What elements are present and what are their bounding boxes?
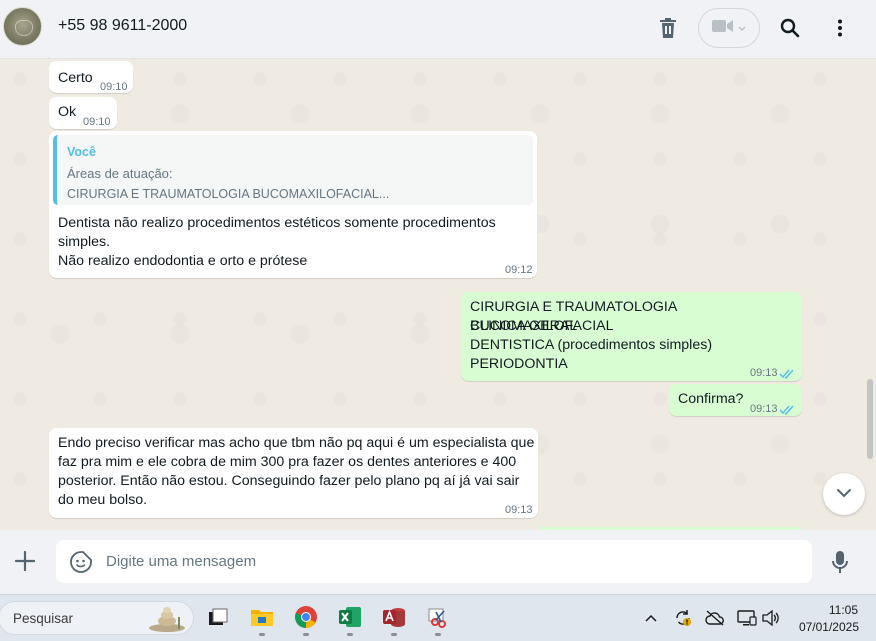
quote-text: Áreas de atuação:	[67, 166, 173, 181]
speaker-icon[interactable]	[760, 607, 782, 629]
message-input-box[interactable]	[56, 540, 812, 583]
menu-icon[interactable]	[826, 14, 854, 42]
message-time: 09:13	[750, 367, 778, 379]
clock-date[interactable]: 07/01/2025	[796, 620, 859, 634]
message-text: Confirma?	[678, 391, 744, 407]
clock-time[interactable]: 11:05	[828, 603, 858, 617]
display-icon[interactable]	[736, 607, 758, 629]
message-line: DENTISTICA (procedimentos simples)	[470, 337, 713, 353]
message-line: Dentista não realizo procedimentos estét…	[58, 215, 496, 231]
scrollbar[interactable]	[867, 379, 873, 459]
message-outgoing[interactable]: CIRURGIA E TRAUMATOLOGIA BUCOMAXILOFACIA…	[461, 292, 802, 381]
message-time: 09:10	[100, 81, 128, 93]
quote-text: CIRURGIA E TRAUMATOLOGIA BUCOMAXILOFACIA…	[67, 187, 390, 201]
cloud-offline-icon[interactable]	[704, 607, 726, 629]
excel-icon[interactable]	[336, 603, 364, 636]
chat-header: +55 98 9611-2000	[0, 0, 876, 59]
contact-avatar[interactable]	[3, 7, 42, 46]
message-composer	[0, 530, 876, 594]
message-incoming[interactable]: Endo preciso verificar mas acho que tbm …	[49, 428, 538, 518]
sync-icon[interactable]	[672, 607, 694, 629]
message-outgoing[interactable]: Confirma? 09:13	[669, 384, 802, 416]
chrome-icon[interactable]	[292, 603, 320, 636]
message-line: posterior. Então não estou. Conseguindo …	[58, 473, 520, 489]
message-text: Ok	[58, 104, 77, 120]
read-receipt-icon	[779, 402, 795, 421]
trash-icon[interactable]	[654, 14, 682, 42]
message-time: 09:12	[505, 264, 533, 276]
message-line: do meu bolso.	[58, 492, 148, 508]
chevron-up-icon[interactable]	[640, 607, 662, 629]
windows-taskbar: Pesquisar 11:05 07/01/2025	[0, 594, 876, 641]
video-call-button[interactable]	[698, 8, 760, 48]
plus-icon	[14, 550, 36, 576]
snipping-tool-icon[interactable]	[424, 603, 452, 636]
task-view-icon[interactable]	[204, 603, 232, 631]
scroll-to-bottom-button[interactable]	[823, 473, 865, 515]
message-line: Não realizo endodontia e orto e prótese	[58, 253, 308, 269]
message-line: PERIODONTIA	[470, 356, 568, 372]
taskbar-search-label: Pesquisar	[13, 611, 74, 626]
read-receipt-icon	[779, 366, 795, 385]
message-time: 09:13	[505, 504, 533, 516]
file-explorer-icon[interactable]	[248, 603, 276, 636]
message-incoming[interactable]: Certo 09:10	[49, 61, 133, 93]
message-list[interactable]: Certo 09:10 Ok 09:10 Você Áreas de atuaç…	[0, 59, 876, 530]
attach-button[interactable]	[10, 548, 40, 578]
message-time: 09:10	[83, 116, 111, 128]
message-line: CLINICA GERAL	[470, 318, 578, 334]
message-time: 09:13	[750, 403, 778, 415]
message-incoming[interactable]: Ok 09:10	[49, 97, 117, 129]
search-highlight-icon	[145, 605, 189, 633]
message-input[interactable]	[106, 540, 796, 583]
message-line: Endo preciso verificar mas acho que tbm …	[58, 435, 535, 451]
chevron-down-icon	[836, 485, 852, 503]
quote-author: Você	[67, 145, 96, 159]
microphone-icon[interactable]	[828, 548, 852, 576]
taskbar-search[interactable]: Pesquisar	[0, 601, 194, 635]
access-icon[interactable]	[380, 603, 408, 636]
message-line: simples.	[58, 234, 111, 250]
message-incoming[interactable]: Você Áreas de atuação: CIRURGIA E TRAUMA…	[49, 131, 537, 278]
quoted-message[interactable]: Você Áreas de atuação: CIRURGIA E TRAUMA…	[53, 135, 533, 205]
message-line: faz pra mim e ele cobra de mim 300 pra f…	[58, 454, 517, 470]
contact-name[interactable]: +55 98 9611-2000	[58, 17, 187, 35]
video-call-icon	[712, 19, 734, 38]
search-icon[interactable]	[776, 14, 804, 42]
message-text: Certo	[58, 70, 93, 86]
chevron-down-icon	[738, 19, 746, 37]
sticker-emoji-icon[interactable]	[70, 551, 92, 573]
